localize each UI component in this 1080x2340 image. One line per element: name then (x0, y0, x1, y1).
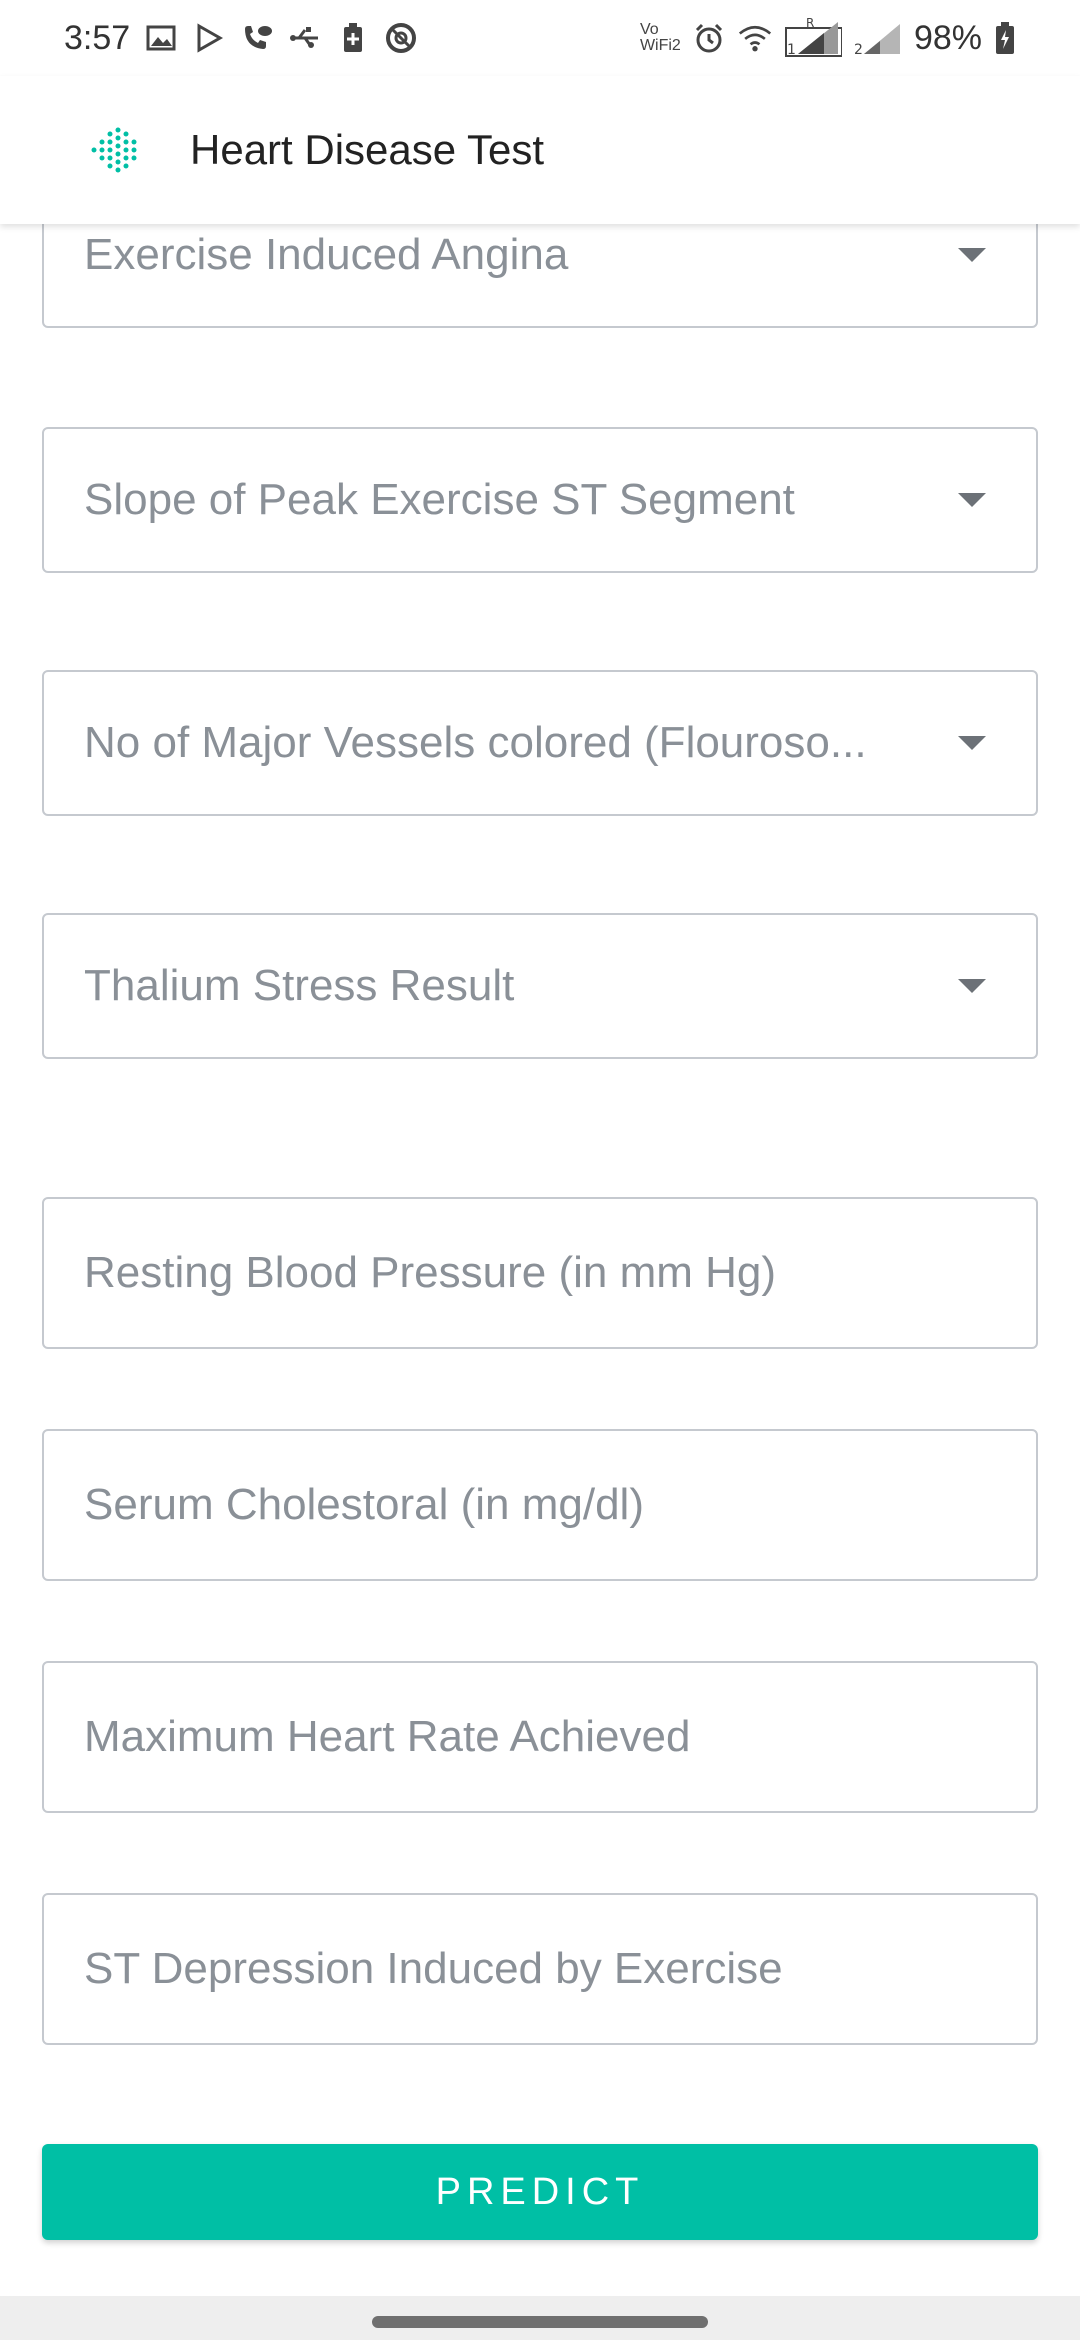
input-placeholder: ST Depression Induced by Exercise (84, 1944, 783, 1993)
play-store-icon (192, 21, 226, 55)
svg-text:1: 1 (787, 42, 796, 58)
gallery-icon (144, 21, 178, 55)
max-heart-rate-input[interactable]: Maximum Heart Rate Achieved (42, 1661, 1038, 1813)
navigation-bar (0, 2296, 1080, 2340)
vowifi-indicator: Vo WiFi2 (639, 21, 681, 54)
major-vessels-select[interactable]: No of Major Vessels colored (Flouroso... (42, 670, 1038, 816)
svg-text:R: R (806, 18, 814, 30)
call-message-icon (240, 21, 274, 55)
battery-plus-icon (336, 21, 370, 55)
dropdown-arrow-icon[interactable] (958, 979, 986, 993)
app-bar: Heart Disease Test (0, 76, 1080, 224)
signal-sim1-icon: 1R (784, 18, 842, 58)
heartbeat-dots-icon (88, 126, 140, 174)
vowifi-label-top: Vo (639, 21, 659, 38)
status-time: 3:57 (64, 18, 131, 57)
slope-st-segment-select[interactable]: Slope of Peak Exercise ST Segment (42, 427, 1038, 573)
dropdown-arrow-icon[interactable] (958, 493, 986, 507)
thalium-stress-select[interactable]: Thalium Stress Result (42, 913, 1038, 1059)
st-depression-input[interactable]: ST Depression Induced by Exercise (42, 1893, 1038, 2045)
dropdown-arrow-icon[interactable] (958, 248, 986, 262)
wifi-icon (738, 21, 772, 55)
home-gesture-handle[interactable] (372, 2316, 708, 2328)
vowifi-label-bottom: WiFi2 (639, 37, 681, 54)
select-placeholder: Exercise Induced Angina (84, 230, 569, 279)
battery-percentage: 98% (913, 18, 982, 57)
no-disturb-icon (384, 21, 418, 55)
select-placeholder: Slope of Peak Exercise ST Segment (84, 475, 795, 524)
status-right: Vo WiFi2 1R 2 98% (639, 18, 1016, 58)
status-bar: 3:57 Vo WiFi2 1R 2 98% (0, 0, 1080, 76)
select-placeholder: No of Major Vessels colored (Flouroso... (84, 718, 867, 767)
resting-blood-pressure-input[interactable]: Resting Blood Pressure (in mm Hg) (42, 1197, 1038, 1349)
status-left: 3:57 (64, 19, 418, 58)
alarm-icon (692, 21, 726, 55)
dropdown-arrow-icon[interactable] (958, 736, 986, 750)
signal-sim2-icon: 2 (854, 21, 902, 56)
serum-cholestoral-input[interactable]: Serum Cholestoral (in mg/dl) (42, 1429, 1038, 1581)
svg-text:2: 2 (854, 42, 863, 56)
app-title: Heart Disease Test (190, 126, 545, 173)
input-placeholder: Serum Cholestoral (in mg/dl) (84, 1480, 644, 1529)
predict-button[interactable]: PREDICT (42, 2144, 1038, 2240)
input-placeholder: Resting Blood Pressure (in mm Hg) (84, 1248, 777, 1297)
battery-charging-icon (994, 21, 1016, 55)
input-placeholder: Maximum Heart Rate Achieved (84, 1712, 691, 1761)
select-placeholder: Thalium Stress Result (84, 961, 515, 1010)
usb-icon (288, 21, 322, 55)
